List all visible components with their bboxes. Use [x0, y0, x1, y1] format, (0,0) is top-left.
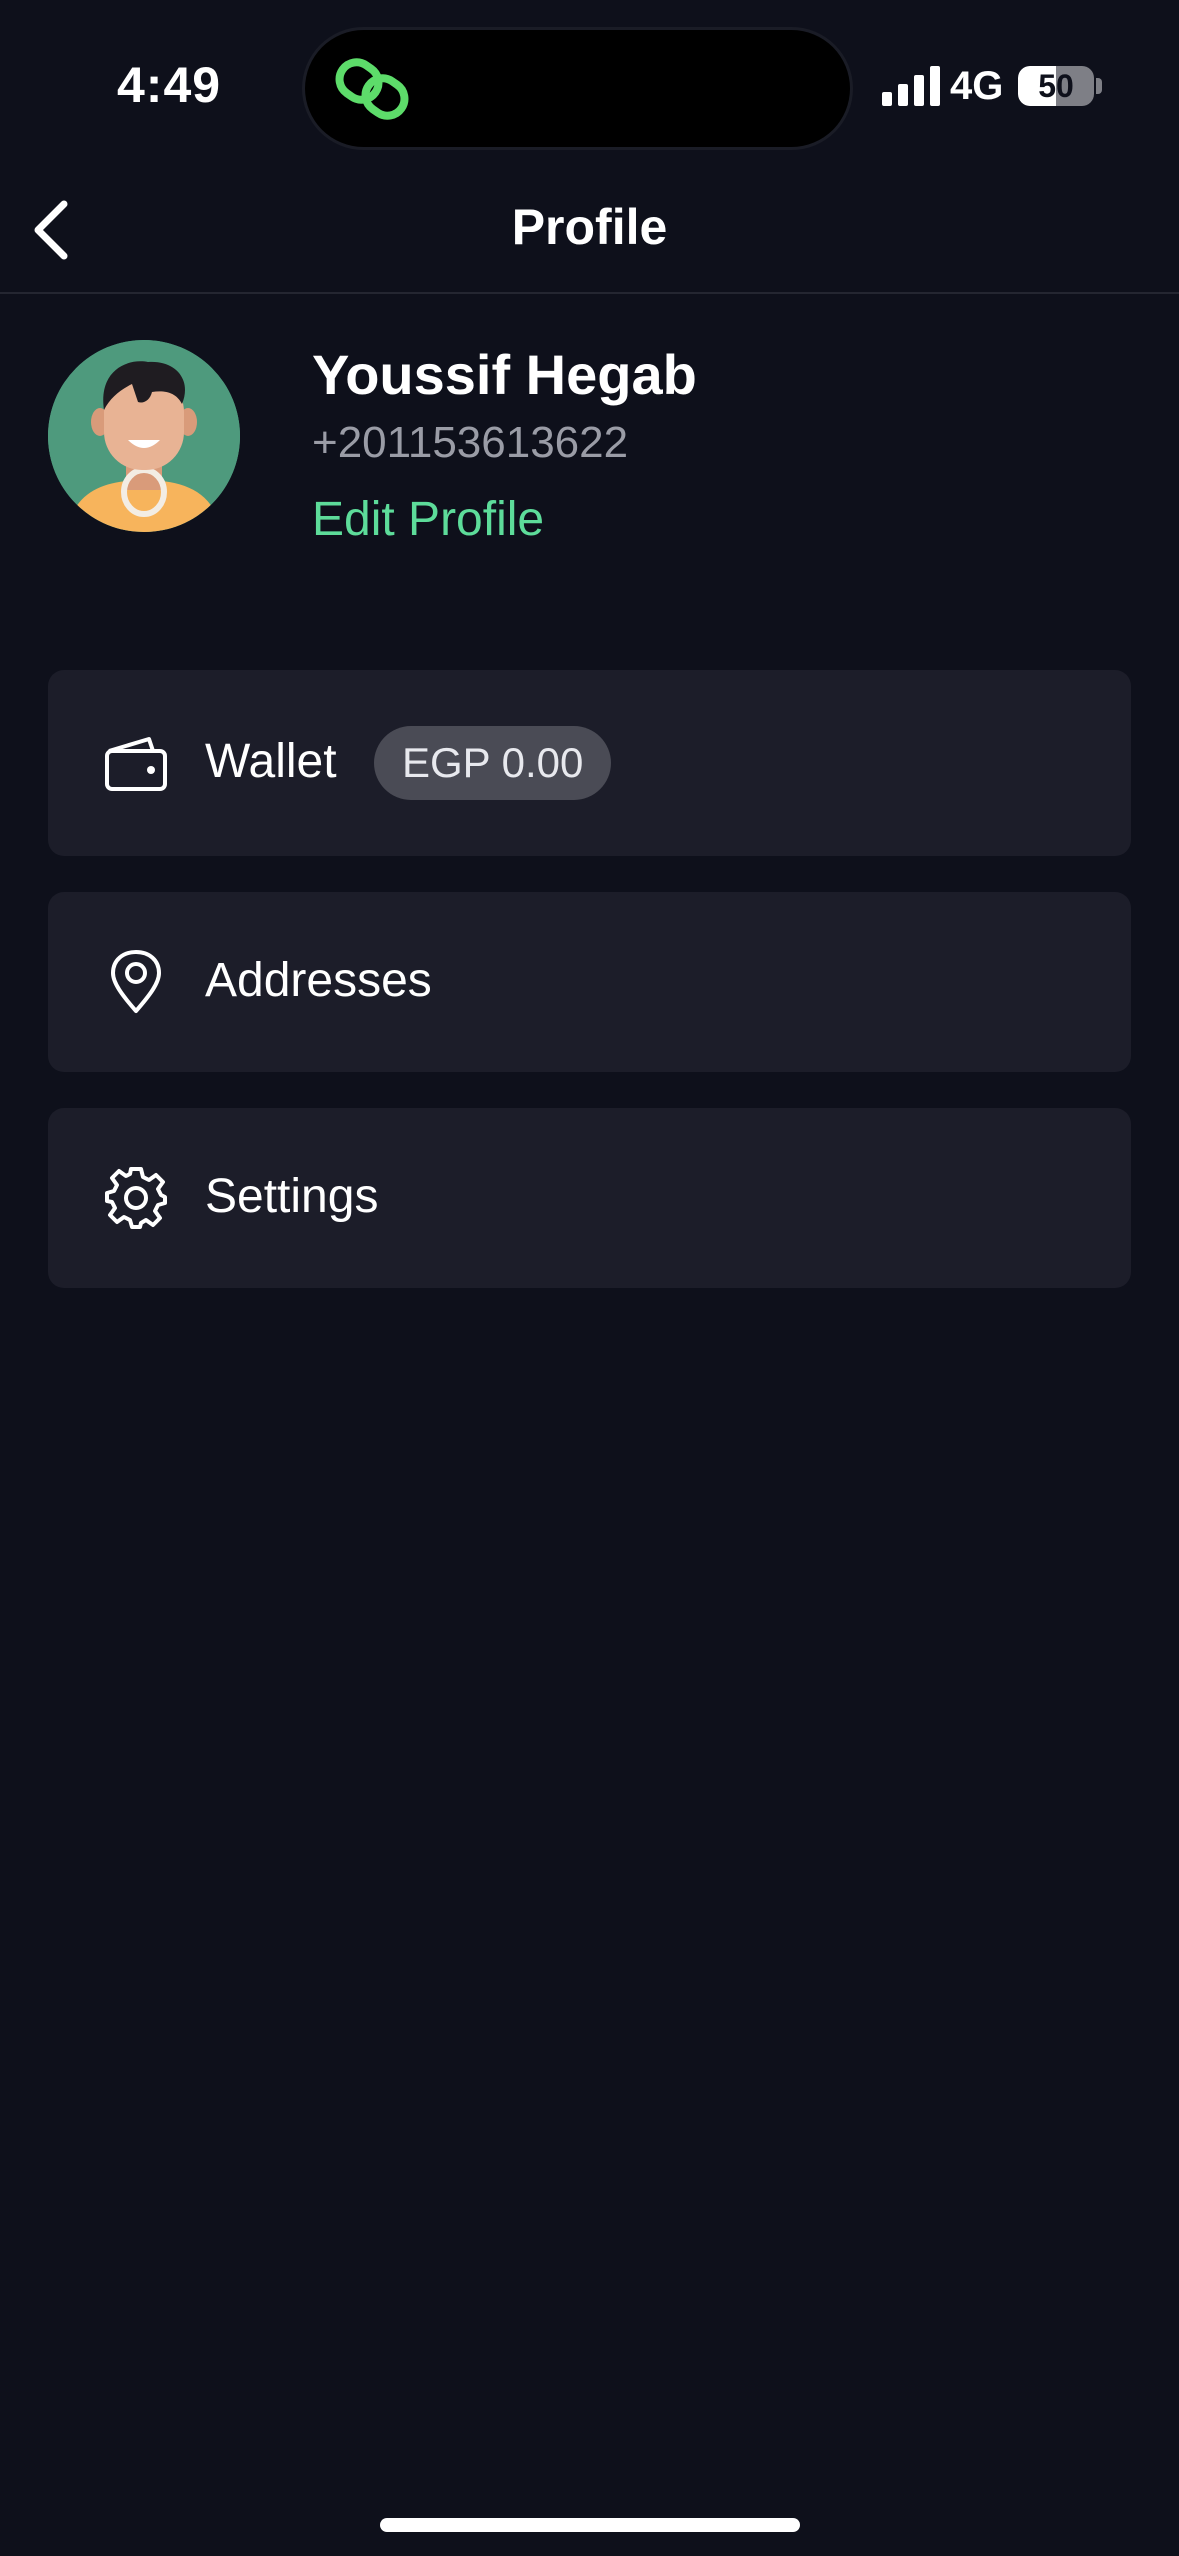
wallet-label: Wallet: [205, 735, 337, 788]
status-bar: 4:49 4G 50: [0, 0, 1179, 170]
location-pin-icon: [102, 948, 170, 1016]
avatar-illustration: [48, 340, 240, 532]
linked-rings-icon: [335, 58, 409, 120]
wallet-balance-badge: EGP 0.00: [374, 726, 612, 800]
gear-icon: [102, 1164, 170, 1232]
user-name: Youssif Hegab: [312, 343, 697, 406]
edit-profile-link[interactable]: Edit Profile: [312, 492, 544, 547]
battery-icon: 50: [1018, 66, 1094, 106]
nav-bar: Profile: [0, 170, 1179, 294]
battery-cap: [1096, 78, 1102, 94]
signal-strength-icon: [882, 66, 940, 106]
addresses-card[interactable]: Addresses: [48, 892, 1131, 1072]
page-title: Profile: [511, 199, 668, 255]
battery-level: 50: [1038, 68, 1074, 104]
user-phone: +201153613622: [312, 418, 629, 467]
wallet-icon: [102, 729, 170, 797]
settings-label: Settings: [205, 1170, 379, 1223]
home-indicator[interactable]: [380, 2518, 800, 2532]
dynamic-island[interactable]: [305, 30, 850, 147]
avatar[interactable]: [48, 340, 240, 532]
settings-card[interactable]: Settings: [48, 1108, 1131, 1288]
status-time: 4:49: [117, 57, 222, 113]
addresses-label: Addresses: [205, 954, 432, 1007]
network-type: 4G: [950, 64, 1004, 108]
wallet-card[interactable]: Wallet EGP 0.00: [48, 670, 1131, 856]
